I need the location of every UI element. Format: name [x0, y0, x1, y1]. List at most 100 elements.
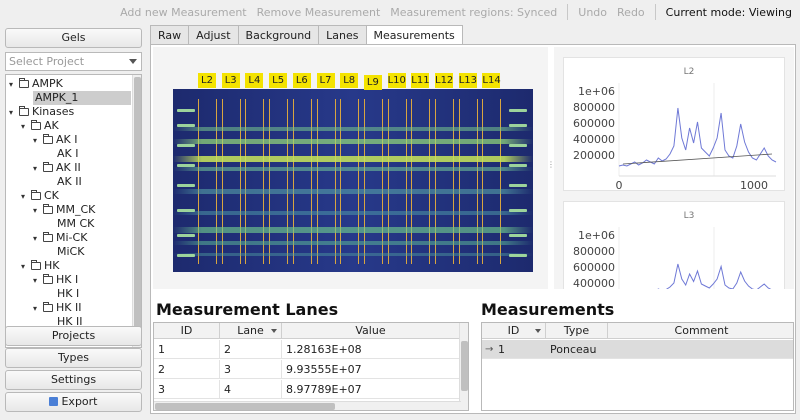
table-row[interactable]: 1 2 1.28163E+08 [154, 340, 461, 359]
expand-arrow-icon[interactable]: ▾ [33, 302, 43, 316]
expand-arrow-icon[interactable]: ▾ [21, 190, 31, 204]
tree-item-label: AK I [57, 147, 79, 160]
tab-raw[interactable]: Raw [150, 25, 190, 45]
lane-label[interactable]: L12 [435, 73, 453, 88]
add-measurement-button[interactable]: Add new Measurement [120, 6, 247, 19]
lane-label[interactable]: L4 [245, 73, 264, 88]
column-header-id[interactable]: ID [154, 323, 220, 339]
expand-arrow-icon[interactable]: ▾ [33, 204, 43, 218]
column-header-lane[interactable]: Lane [220, 323, 282, 339]
tree-item[interactable]: ▾ CK [21, 189, 59, 203]
tree-scrollbar[interactable] [132, 75, 141, 347]
tree-item[interactable]: ▾ Kinases [9, 105, 74, 119]
tab-background[interactable]: Background [237, 25, 320, 45]
tree-item[interactable]: ▾ MM_CK [33, 203, 95, 217]
export-button[interactable]: Export [5, 392, 142, 412]
lane-label[interactable]: L3 [221, 73, 240, 88]
expand-arrow-icon[interactable]: ▾ [33, 274, 43, 288]
column-header-id[interactable]: ID [482, 323, 546, 339]
lanes-table-hscrollbar[interactable] [154, 401, 461, 410]
lane-label[interactable]: L2 [198, 73, 216, 88]
tree-item-label: MiCK [57, 245, 85, 258]
gel-tree: ▾ AMPK AMPK_1 ▾ Kinases ▾ AK ▾ AK I AK I ▾ AK II AK … [5, 74, 142, 348]
lane-region[interactable] [340, 99, 360, 264]
undo-button[interactable]: Undo [578, 6, 607, 19]
projects-button[interactable]: Projects [5, 326, 142, 346]
lane-label[interactable]: L7 [316, 73, 335, 88]
tree-item-label: HK II [56, 301, 82, 314]
lane-region[interactable] [363, 99, 383, 264]
gel-image[interactable] [173, 89, 533, 272]
lane-label[interactable]: L10 [387, 73, 406, 88]
splitter-handle[interactable]: ⋮ [547, 160, 555, 169]
tree-item-label: AK II [56, 161, 81, 174]
ladder-band [177, 254, 195, 257]
lane-region[interactable] [269, 99, 289, 264]
lane-region[interactable] [316, 99, 336, 264]
tab-lanes[interactable]: Lanes [318, 25, 367, 45]
remove-measurement-button[interactable]: Remove Measurement [257, 6, 381, 19]
lane-label[interactable]: L14 [482, 73, 501, 88]
tree-item[interactable]: ▾ AK II [33, 161, 81, 175]
lane-label[interactable]: L5 [269, 73, 288, 88]
tree-item[interactable]: ▾ AMPK [9, 77, 63, 91]
tree-item[interactable]: ▾ HK [21, 259, 60, 273]
lane-label[interactable]: L11 [411, 73, 430, 88]
folder-icon [31, 120, 41, 130]
tree-item[interactable]: AMPK_1 [33, 91, 131, 105]
lane-region[interactable] [411, 99, 431, 264]
gels-button[interactable]: Gels [5, 28, 142, 48]
lane-label[interactable]: L13 [458, 73, 477, 88]
plot-title: L2 [684, 67, 695, 77]
table-row[interactable]: 3 4 8.97789E+07 [154, 380, 461, 399]
expand-arrow-icon[interactable]: ▾ [9, 106, 19, 120]
expand-arrow-icon[interactable]: ▾ [21, 260, 31, 274]
expand-arrow-icon[interactable]: ▾ [9, 78, 19, 92]
tree-item[interactable]: MiCK [57, 245, 84, 259]
tree-item[interactable]: ▾ AK [21, 119, 59, 133]
tree-item[interactable]: AK I [57, 147, 78, 161]
lane-region[interactable] [458, 99, 478, 264]
redo-button[interactable]: Redo [617, 6, 645, 19]
select-project-dropdown[interactable]: Select Project [5, 52, 142, 71]
lane-region[interactable] [292, 99, 312, 264]
types-button[interactable]: Types [5, 348, 142, 368]
lane-label[interactable]: L8 [340, 73, 359, 88]
tree-item[interactable]: MM CK [57, 217, 94, 231]
lane-region[interactable] [387, 99, 407, 264]
tree-item[interactable]: ▾ HK II [33, 301, 81, 315]
lane-region[interactable] [245, 99, 265, 264]
lane-region[interactable] [482, 99, 502, 264]
lane-region[interactable] [221, 99, 241, 264]
column-header-type[interactable]: Type [546, 323, 608, 339]
lanes-table-vscroll-thumb[interactable] [461, 341, 468, 391]
tab-measurements[interactable]: Measurements [365, 25, 463, 46]
tab-adjust[interactable]: Adjust [188, 25, 239, 45]
tree-item-label: AK I [56, 133, 78, 146]
tree-item[interactable]: ▾ AK I [33, 133, 77, 147]
table-row[interactable]: 2 3 9.93555E+07 [154, 360, 461, 379]
expand-arrow-icon[interactable]: ▾ [33, 134, 43, 148]
measurement-regions-toggle[interactable]: Measurement regions: Synced [390, 6, 557, 19]
column-header-comment[interactable]: Comment [608, 323, 793, 339]
tree-item[interactable]: AK II [57, 175, 82, 189]
lane-region[interactable] [198, 99, 217, 264]
lanes-table-hscroll-thumb[interactable] [155, 403, 335, 410]
tree-item[interactable]: ▾ Mi-CK [33, 231, 87, 245]
table-row[interactable]: → 1 Ponceau [482, 340, 793, 359]
column-header-value[interactable]: Value [282, 323, 460, 339]
tree-item[interactable]: ▾ HK I [33, 273, 78, 287]
lane-label[interactable]: L6 [292, 73, 311, 88]
tree-item[interactable]: HK I [57, 287, 79, 301]
lane-region[interactable] [435, 99, 454, 264]
expand-arrow-icon[interactable]: ▾ [21, 120, 31, 134]
expand-arrow-icon[interactable]: ▾ [33, 232, 43, 246]
settings-button[interactable]: Settings [5, 370, 142, 390]
expand-arrow-icon[interactable]: ▾ [33, 162, 43, 176]
gel-view: L2 L3 L4 L5 L6 L7 L8 L9 L10 L11 L12 L13 L14 [153, 47, 548, 289]
lanes-table-vscrollbar[interactable] [459, 323, 468, 410]
lane-label[interactable]: L9 [363, 75, 382, 90]
cell-type: Ponceau [550, 343, 597, 356]
tree-item-label: HK I [56, 273, 79, 286]
tree-scroll-thumb[interactable] [134, 77, 141, 329]
